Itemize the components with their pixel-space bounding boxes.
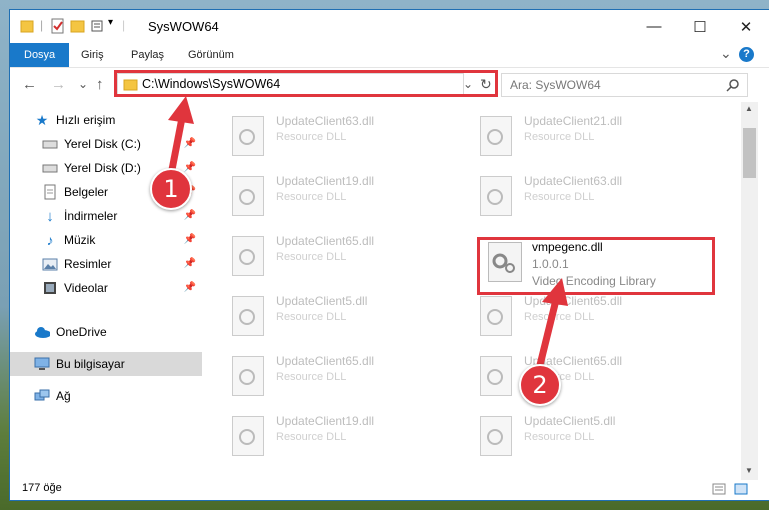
arrow-1-head bbox=[168, 96, 194, 124]
annotation-arrows bbox=[166, 96, 568, 366]
arrow-2-shaft bbox=[536, 299, 560, 366]
callout-2: 2 bbox=[519, 364, 561, 406]
callout-1: 1 bbox=[150, 168, 192, 210]
arrow-2-head bbox=[542, 278, 568, 306]
